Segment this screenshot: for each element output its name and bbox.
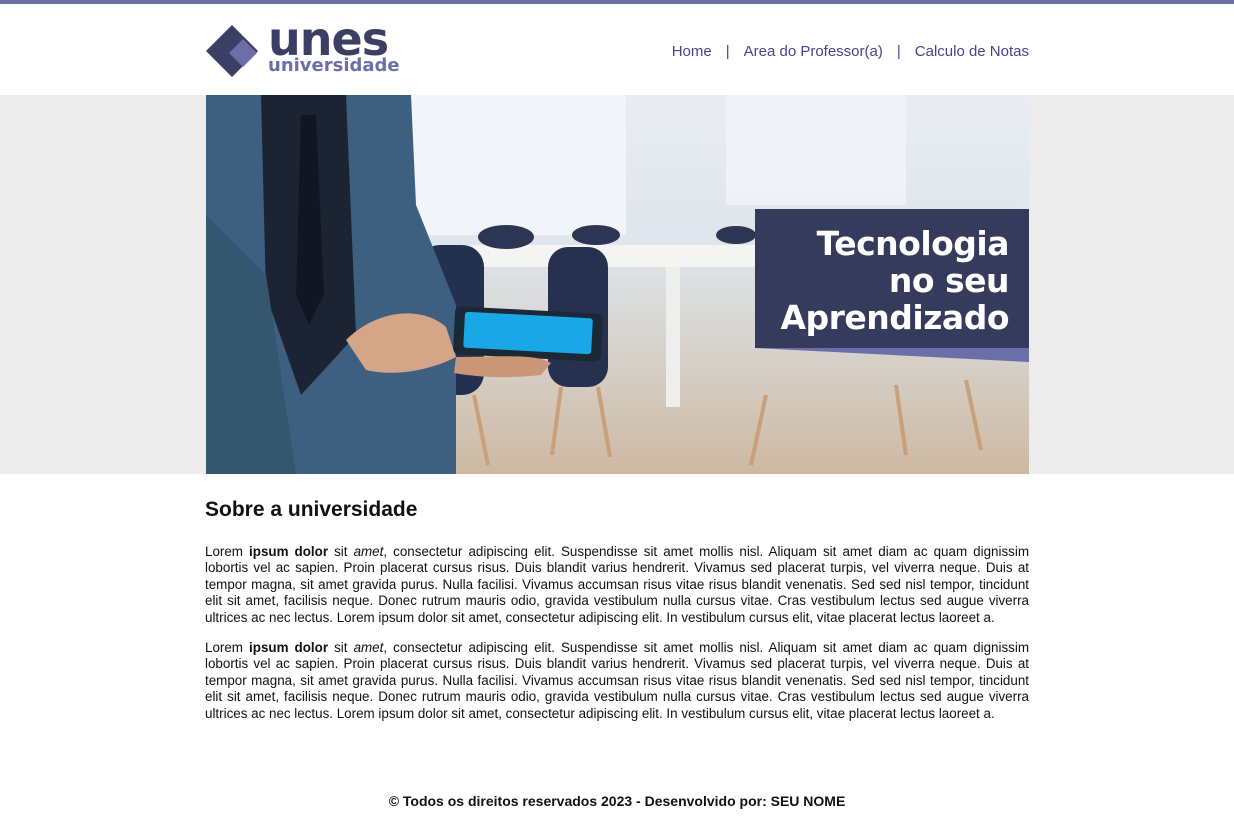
hero-title-line: Aprendizado <box>780 298 1009 337</box>
site-header: unes universidade Home | Area do Profess… <box>0 4 1234 95</box>
logo-diamond-icon <box>206 25 258 77</box>
nav-separator: | <box>896 43 901 60</box>
section-title: Sobre a universidade <box>205 498 418 521</box>
about-paragraph: Lorem ipsum dolor sit amet, consectetur … <box>205 640 1029 721</box>
hero-title-line: no seu <box>888 261 1010 300</box>
unes-logo[interactable]: unes universidade <box>205 16 405 82</box>
hero-title: Tecnologia no seu Aprendizado <box>780 225 1009 336</box>
nav-professor-area-link[interactable]: Area do Professor(a) <box>744 43 883 60</box>
nav-separator: | <box>725 43 730 60</box>
nav-grade-calculator-link[interactable]: Calculo de Notas <box>915 43 1029 60</box>
hero-image: Tecnologia no seu Aprendizado <box>206 95 1029 474</box>
about-paragraph: Lorem ipsum dolor sit amet, consectetur … <box>205 544 1029 625</box>
site-footer: © Todos os direitos reservados 2023 - De… <box>388 793 846 809</box>
main-nav: Home | Area do Professor(a) | Calculo de… <box>672 43 1029 60</box>
about-section: Sobre a universidade Lorem ipsum dolor s… <box>205 498 1029 736</box>
hero-title-line: Tecnologia <box>816 224 1010 263</box>
nav-home-link[interactable]: Home <box>672 43 712 60</box>
logo-subtitle: universidade <box>268 55 400 76</box>
